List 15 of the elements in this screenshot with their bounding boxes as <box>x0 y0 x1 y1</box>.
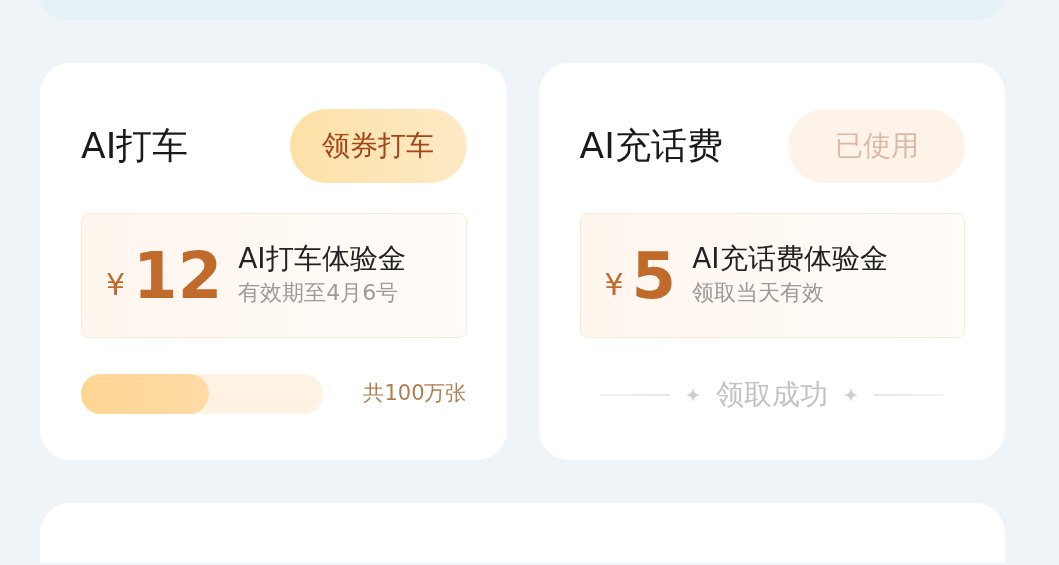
currency-symbol: ¥ <box>106 266 126 304</box>
card-title: AI充话费 <box>579 124 723 168</box>
sparkle-icon <box>844 388 859 402</box>
total-count: 共100万张 <box>363 380 467 408</box>
coupon-name: AI打车体验金 <box>238 242 406 276</box>
coupon-validity: 有效期至4月6号 <box>238 278 400 307</box>
coupon-name: AI充话费体验金 <box>692 242 888 276</box>
coupon-amount: 12 <box>133 243 223 308</box>
coupon-amount: 5 <box>631 243 677 308</box>
claimed-status: 领取成功 <box>716 377 829 413</box>
coupon-validity: 领取当天有效 <box>692 278 826 307</box>
currency-symbol: ¥ <box>604 266 624 304</box>
claim-button[interactable]: 领券打车 <box>289 109 467 183</box>
sparkle-icon <box>686 388 701 402</box>
card-title: AI打车 <box>81 124 189 168</box>
